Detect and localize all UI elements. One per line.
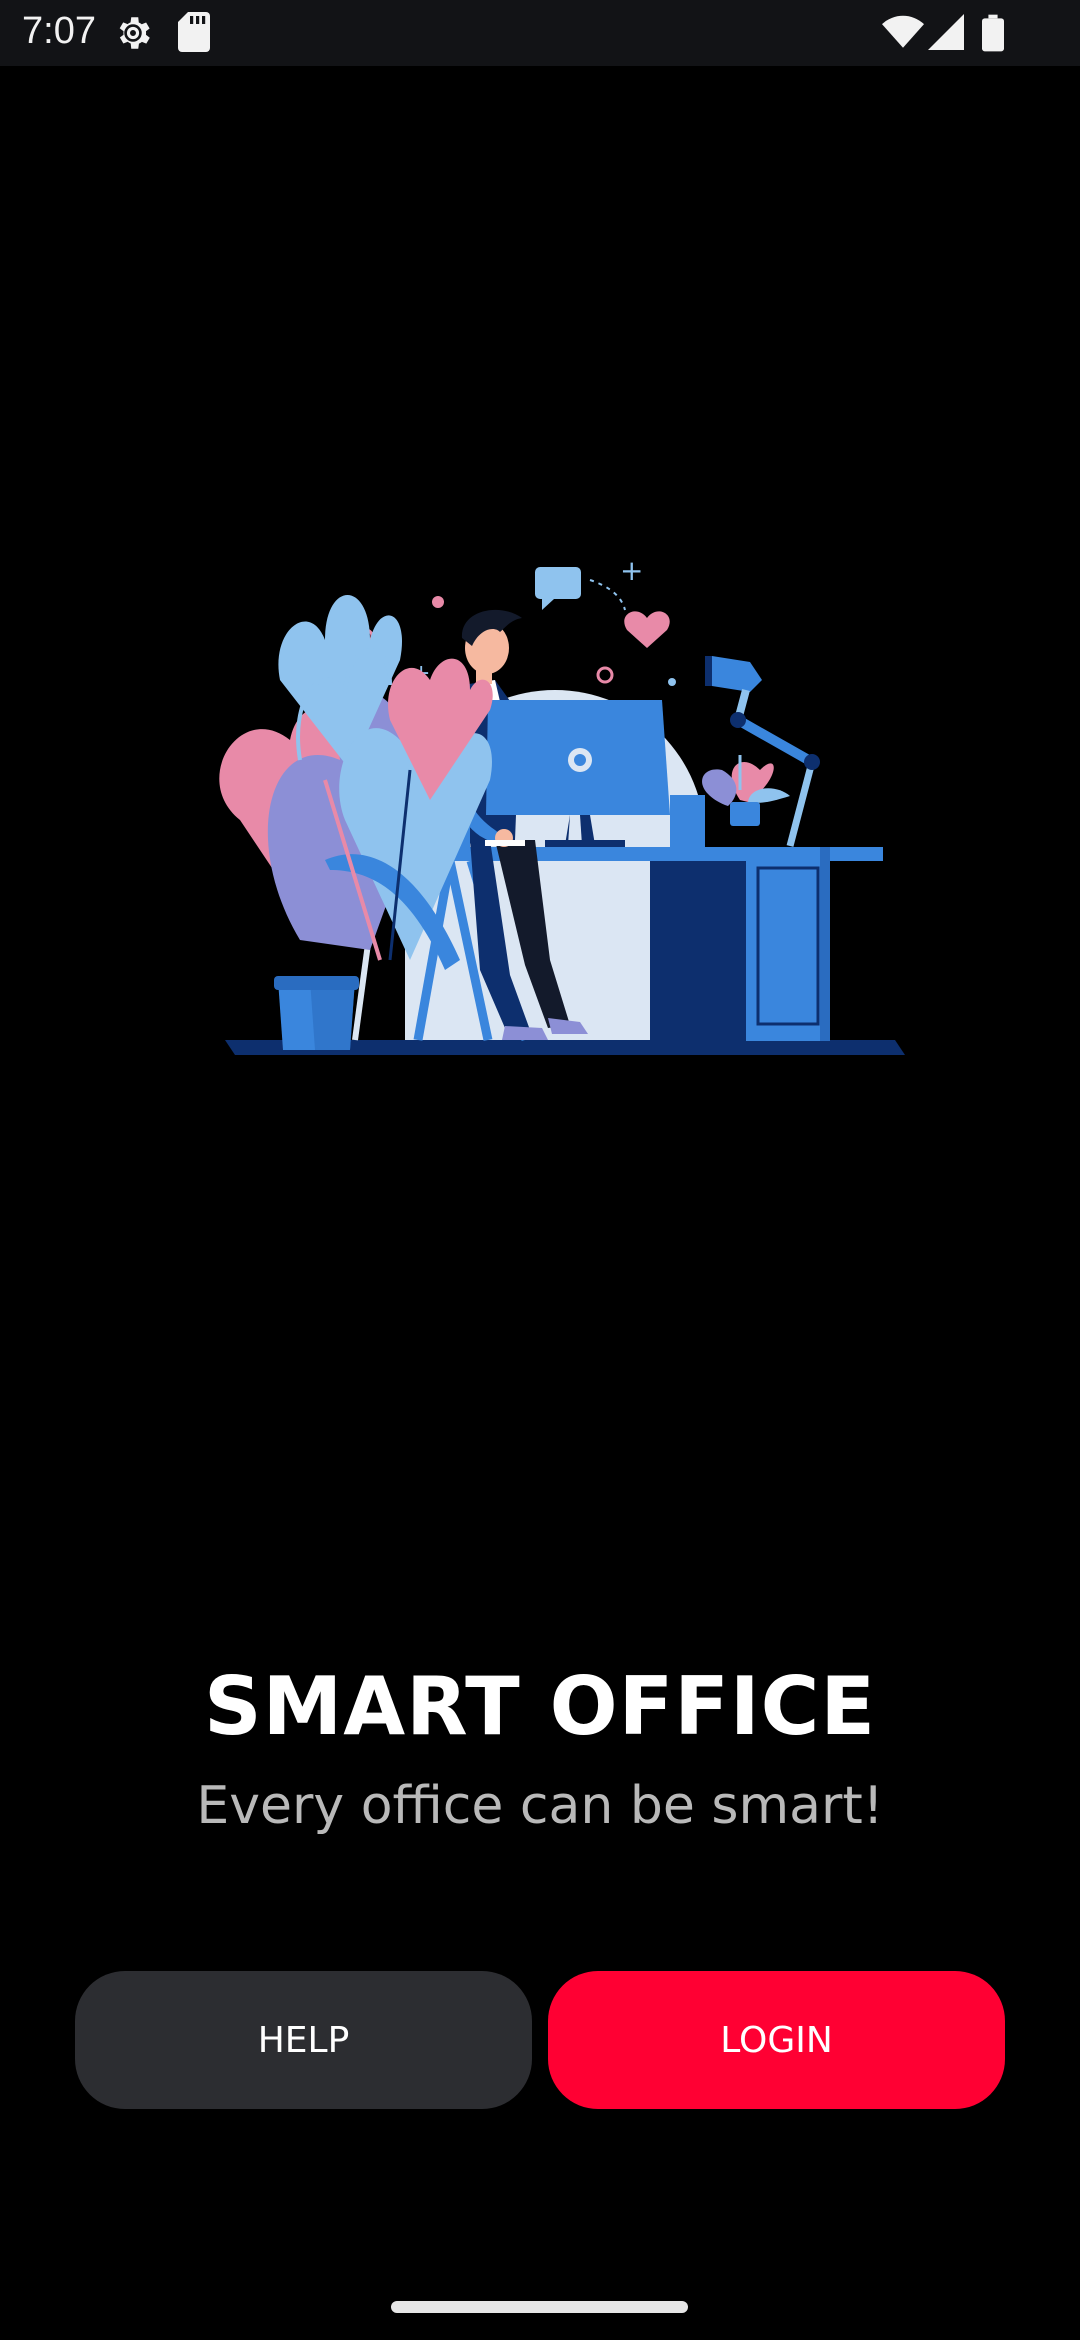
app-subtitle: Every office can be smart!	[196, 1776, 884, 1836]
status-bar: 7:07	[0, 0, 1080, 66]
battery-icon	[982, 14, 1004, 57]
app-title: SMART OFFICE	[204, 1660, 876, 1753]
wifi-icon	[882, 14, 924, 55]
sd-card-icon	[178, 12, 210, 57]
settings-gear-icon	[112, 12, 154, 59]
home-indicator[interactable]	[391, 2301, 688, 2313]
help-button[interactable]: HELP	[75, 1971, 532, 2109]
svg-text:+: +	[620, 554, 643, 587]
login-button[interactable]: LOGIN	[548, 1971, 1005, 2109]
office-worker-illustration: + +	[150, 540, 930, 1080]
cell-signal-icon	[928, 14, 964, 55]
status-time: 7:07	[22, 10, 96, 52]
